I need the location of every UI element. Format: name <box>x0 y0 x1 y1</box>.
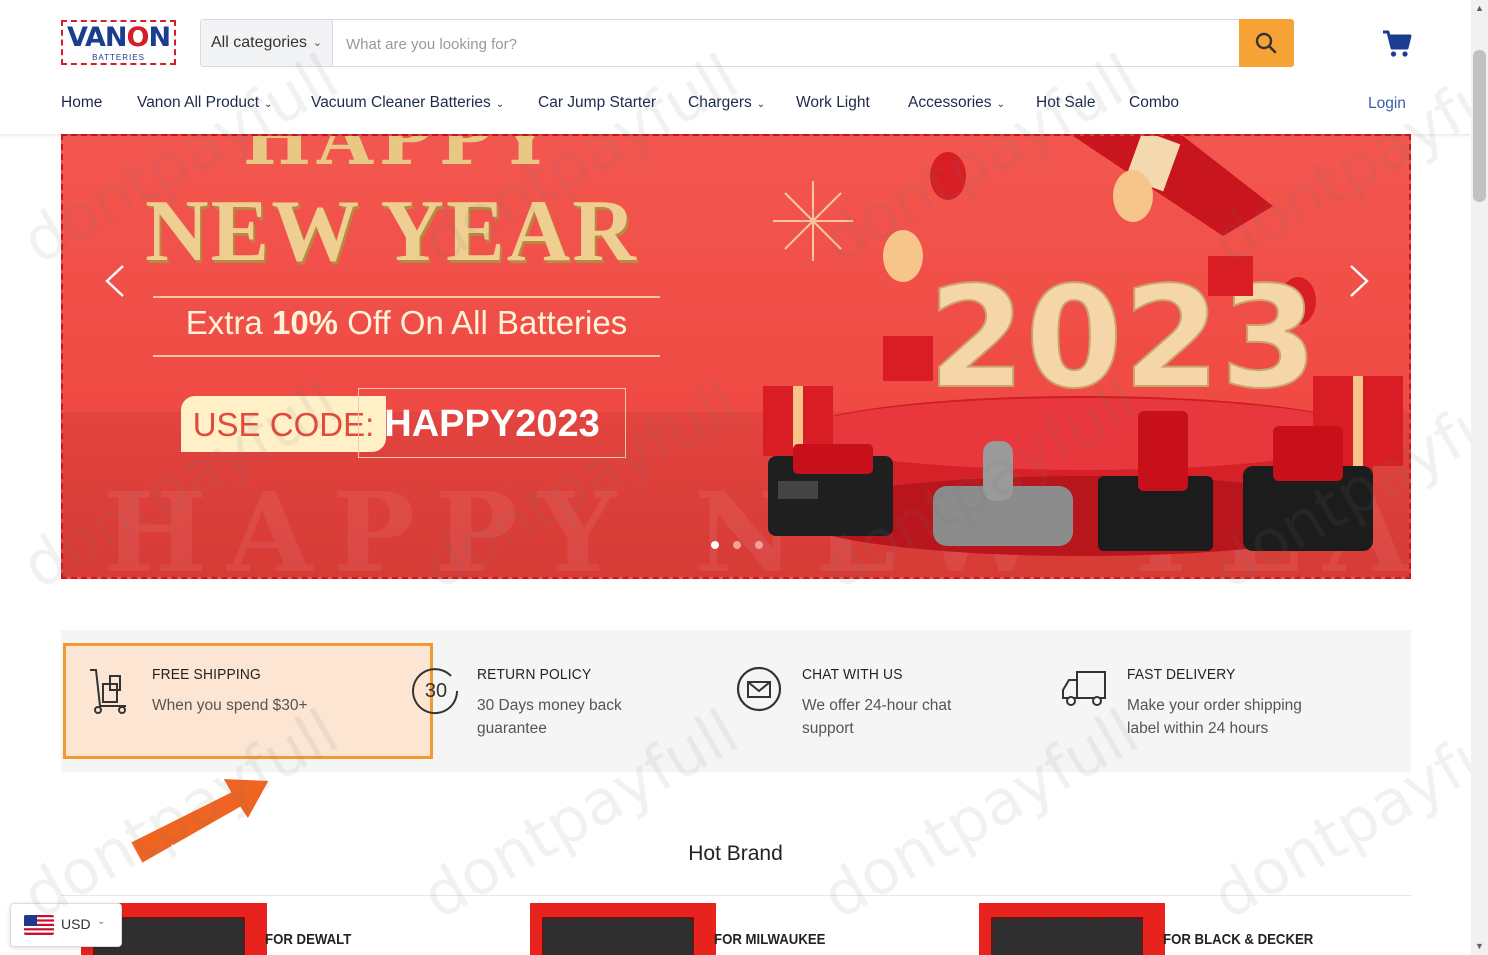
site-header: VANON BATTERIES All categories ⌄ What ar… <box>0 0 1471 134</box>
offer-percent: 10% <box>271 304 339 341</box>
banner-divider <box>153 355 660 357</box>
nav-item-work-light[interactable]: Work Light <box>796 94 870 112</box>
offer-post: Off On All Batteries <box>338 304 628 341</box>
banner-title: NEW YEAR <box>145 183 638 280</box>
balloon-icon <box>883 230 923 282</box>
nav-item-label: Chargers <box>688 94 752 111</box>
truck-icon <box>1062 671 1106 706</box>
search-bar: All categories ⌄ <box>200 19 1294 68</box>
nav-item-label: Car Jump Starter <box>538 94 657 111</box>
feature-title: Chat With Us <box>802 666 903 683</box>
slide-dot[interactable] <box>711 541 719 549</box>
category-select-label: All categories <box>211 34 308 51</box>
brand-row: For Dewalt For Milwaukee For Black & Dec… <box>61 895 1411 955</box>
currency-selector[interactable]: USD ⌄ <box>10 903 122 947</box>
banner-divider <box>153 296 660 298</box>
banner-title-top: HAPPY <box>243 134 557 181</box>
nav-item-chargers[interactable]: Chargers ⌄ <box>688 94 765 112</box>
nav-item-hot-sale[interactable]: Hot Sale <box>1036 94 1095 112</box>
feature-desc: Make your order shipping label within 24… <box>1127 697 1302 737</box>
promo-code: HAPPY2023 <box>358 388 626 458</box>
nav-item-all-product[interactable]: Vanon All Product ⌄ <box>137 94 272 112</box>
feature-title: Fast Delivery <box>1127 666 1236 683</box>
year-text: 2023 <box>928 257 1318 420</box>
brand-card-black-decker[interactable]: For Black & Decker <box>959 903 1408 955</box>
hot-brand-title: Hot Brand <box>688 842 783 865</box>
brand-card-milwaukee[interactable]: For Milwaukee <box>510 903 959 955</box>
slide-prev-icon[interactable] <box>105 264 125 298</box>
search-icon <box>1255 32 1277 54</box>
nav-item-label: Vacuum Cleaner Batteries <box>311 94 491 111</box>
category-select[interactable]: All categories ⌄ <box>201 20 333 66</box>
nav-item-label: Hot Sale <box>1036 94 1096 111</box>
chevron-down-icon: ⌄ <box>756 99 766 110</box>
feature-desc: 30 Days money back guarantee <box>477 697 622 737</box>
offer-pre: Extra <box>185 304 272 341</box>
nav-item-label: Vanon All Product <box>137 94 260 111</box>
nav-item-combo[interactable]: Combo <box>1129 94 1179 112</box>
brand-name: For Milwaukee <box>714 931 826 948</box>
scroll-down-icon[interactable]: ▼ <box>1471 938 1488 955</box>
scroll-up-icon[interactable]: ▲ <box>1471 0 1488 17</box>
logo-text: VANON <box>66 22 171 53</box>
banner-artwork: 2023 <box>763 136 1403 556</box>
chevron-down-icon: ⌄ <box>97 916 106 927</box>
nav-item-label: Combo <box>1129 94 1179 111</box>
search-button[interactable] <box>1239 19 1294 67</box>
login-link[interactable]: Login <box>1368 95 1406 113</box>
thirty-days-icon: 30 <box>412 668 459 715</box>
delivery-cart-icon <box>90 669 126 714</box>
chevron-down-icon: ⌄ <box>264 99 273 110</box>
site-logo[interactable]: VANON BATTERIES <box>61 20 176 65</box>
firework-icon <box>773 181 853 261</box>
banner-offer: Extra 10% Off On All Batteries <box>153 304 660 342</box>
nav-item-accessories[interactable]: Accessories ⌄ <box>908 94 1005 112</box>
svg-text:30: 30 <box>425 680 447 702</box>
nav-item-home[interactable]: Home <box>61 94 102 112</box>
currency-code: USD <box>61 916 91 932</box>
scrollbar[interactable]: ▲ ▼ <box>1471 0 1488 955</box>
feature-title: Free Shipping <box>152 666 261 683</box>
chat-mail-icon <box>736 666 782 712</box>
chevron-down-icon: ⌄ <box>312 37 322 49</box>
page: VANON BATTERIES All categories ⌄ What ar… <box>0 0 1471 955</box>
logo-subtext: BATTERIES <box>92 53 145 62</box>
feature-desc: We offer 24-hour chat support <box>802 697 952 737</box>
feature-title: Return Policy <box>477 666 592 683</box>
brand-image <box>530 903 716 955</box>
slide-dots <box>711 536 777 554</box>
nav-item-label: Accessories <box>908 94 992 111</box>
nav-item-label: Home <box>61 94 103 111</box>
nav-item-vacuum-batteries[interactable]: Vacuum Cleaner Batteries ⌄ <box>311 94 504 112</box>
scroll-thumb[interactable] <box>1473 50 1486 202</box>
brand-card-dewalt[interactable]: For Dewalt <box>61 903 510 955</box>
chevron-down-icon: ⌄ <box>996 99 1005 110</box>
battery-icon <box>768 444 893 536</box>
feature-desc: When you spend $30+ <box>152 697 308 714</box>
hero-banner[interactable]: HAPPY NEW YEAR HAPPY NEW YEAR Extra 10% … <box>61 134 1411 579</box>
chevron-down-icon: ⌄ <box>495 99 505 110</box>
cart-icon[interactable] <box>1381 27 1413 59</box>
slide-dot[interactable] <box>755 541 763 549</box>
brand-name: For Black & Decker <box>1163 931 1314 948</box>
brand-image <box>979 903 1165 955</box>
us-flag-icon <box>24 915 54 935</box>
brand-name: For Dewalt <box>265 931 352 948</box>
nav-item-label: Work Light <box>796 94 870 111</box>
nav-item-car-jump-starter[interactable]: Car Jump Starter <box>538 94 656 112</box>
slide-dot[interactable] <box>733 541 741 549</box>
use-code-label: USE CODE: <box>181 396 386 452</box>
search-input[interactable] <box>344 20 1228 68</box>
slide-next-icon[interactable] <box>1349 264 1369 298</box>
